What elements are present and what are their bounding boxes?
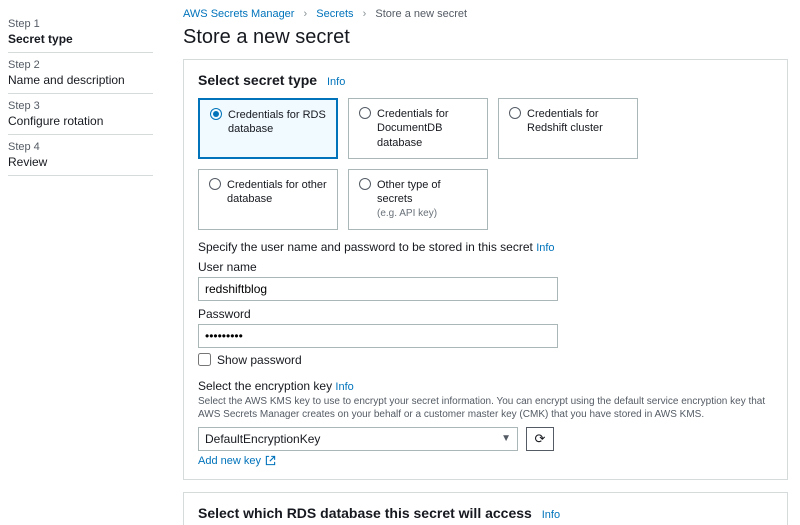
chevron-right-icon: ›	[363, 8, 367, 20]
username-input[interactable]	[198, 277, 558, 301]
encryption-description: Select the AWS KMS key to use to encrypt…	[198, 395, 773, 421]
encryption-label: Select the encryption key Info	[198, 379, 773, 393]
wizard-step-title: Configure rotation	[8, 114, 153, 128]
encryption-key-select[interactable]: DefaultEncryptionKey ▼	[198, 427, 518, 451]
add-key-link[interactable]: Add new key	[198, 455, 276, 467]
external-link-icon	[265, 455, 276, 466]
info-link[interactable]: Info	[335, 381, 353, 393]
chevron-down-icon: ▼	[501, 433, 511, 444]
wizard-step-label: Step 4	[8, 141, 153, 153]
wizard-step-label: Step 3	[8, 100, 153, 112]
wizard-step-title: Name and description	[8, 73, 153, 87]
breadcrumb-root[interactable]: AWS Secrets Manager	[183, 8, 294, 20]
card-rds[interactable]: Credentials for RDS database	[198, 98, 338, 159]
wizard-step-label: Step 2	[8, 59, 153, 71]
wizard-step-name[interactable]: Step 2 Name and description	[8, 53, 153, 94]
card-documentdb[interactable]: Credentials for DocumentDB database	[348, 98, 488, 159]
radio-icon	[209, 178, 221, 190]
info-link[interactable]: Info	[327, 76, 345, 88]
rds-select-panel: Select which RDS database this secret wi…	[183, 492, 788, 525]
radio-icon	[359, 107, 371, 119]
radio-icon	[359, 178, 371, 190]
refresh-icon: ⟳	[535, 431, 546, 447]
refresh-button[interactable]: ⟳	[526, 427, 554, 451]
info-link[interactable]: Info	[536, 242, 554, 254]
wizard-step-title: Secret type	[8, 32, 153, 46]
wizard-step-label: Step 1	[8, 18, 153, 30]
password-input[interactable]	[198, 324, 558, 348]
wizard-step-review[interactable]: Step 4 Review	[8, 135, 153, 176]
wizard-nav: Step 1 Secret type Step 2 Name and descr…	[0, 0, 165, 525]
wizard-step-secret-type[interactable]: Step 1 Secret type	[8, 12, 153, 53]
breadcrumb-secrets[interactable]: Secrets	[316, 8, 353, 20]
show-password-label: Show password	[217, 353, 302, 367]
password-label: Password	[198, 307, 773, 321]
show-password-checkbox[interactable]	[198, 353, 211, 366]
breadcrumb: AWS Secrets Manager › Secrets › Store a …	[183, 8, 788, 20]
info-link[interactable]: Info	[542, 509, 560, 521]
section-title: Select which RDS database this secret wi…	[198, 505, 773, 521]
card-other-secret[interactable]: Other type of secrets(e.g. API key)	[348, 169, 488, 230]
section-title: Select secret type Info	[198, 72, 773, 88]
wizard-step-rotation[interactable]: Step 3 Configure rotation	[8, 94, 153, 135]
chevron-right-icon: ›	[304, 8, 308, 20]
card-other-db[interactable]: Credentials for other database	[198, 169, 338, 230]
username-label: User name	[198, 260, 773, 274]
page-title: Store a new secret	[183, 26, 788, 49]
breadcrumb-current: Store a new secret	[375, 8, 467, 20]
radio-icon	[509, 107, 521, 119]
radio-icon	[210, 108, 222, 120]
secret-type-panel: Select secret type Info Credentials for …	[183, 59, 788, 480]
card-redshift[interactable]: Credentials for Redshift cluster	[498, 98, 638, 159]
specify-text: Specify the user name and password to be…	[198, 240, 773, 254]
wizard-step-title: Review	[8, 155, 153, 169]
